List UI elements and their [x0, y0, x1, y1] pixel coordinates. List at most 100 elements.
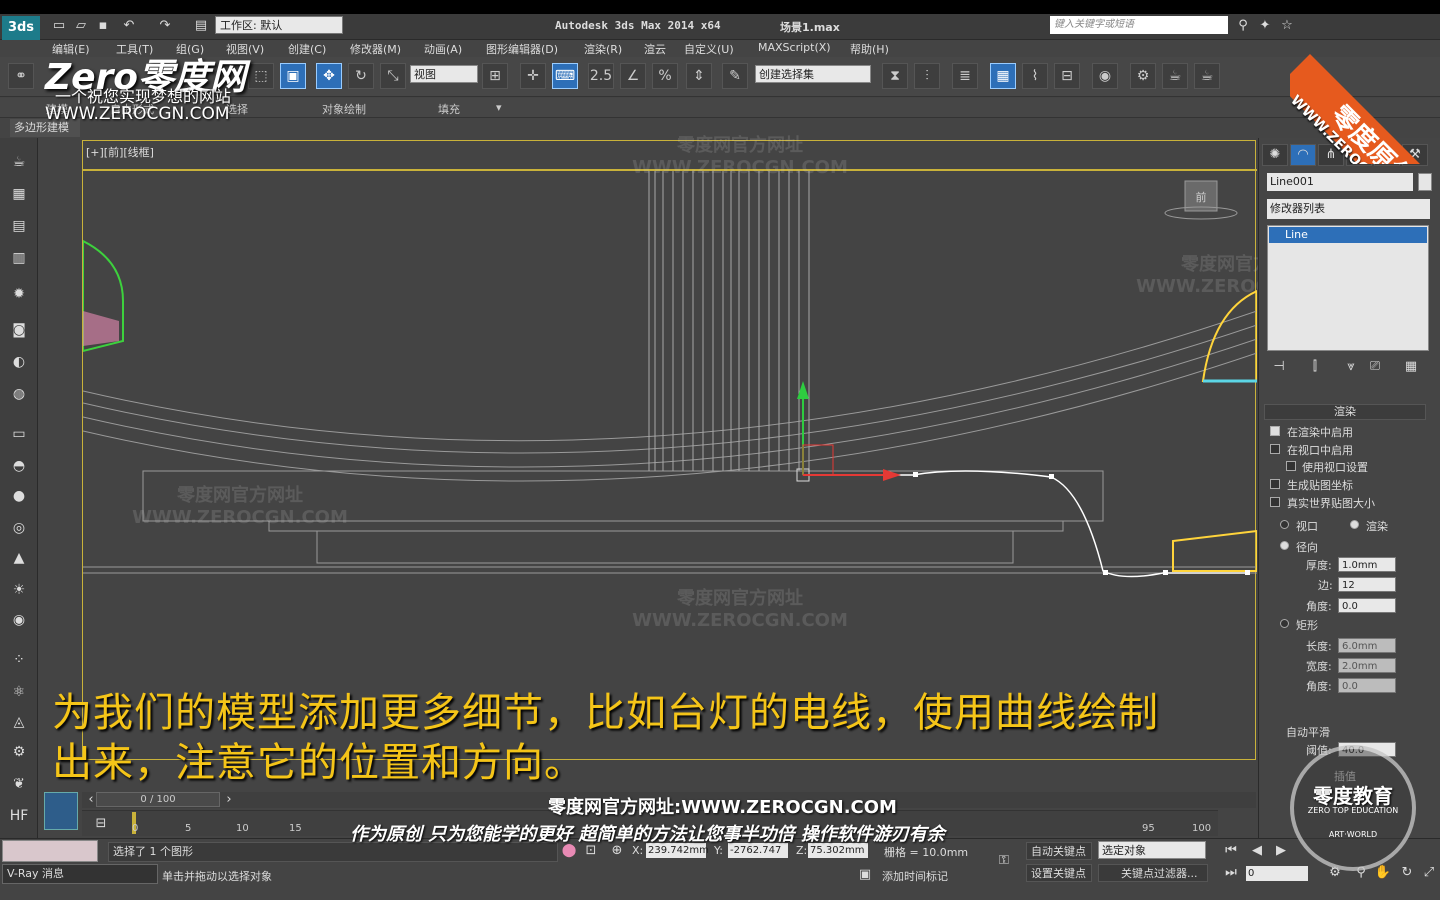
mini-listener-icon[interactable]: [44, 792, 78, 830]
light-bulb-icon[interactable]: ✹: [6, 282, 32, 306]
enable-in-viewport-checkbox[interactable]: [1270, 444, 1280, 454]
reference-coord-select[interactable]: 视图: [410, 65, 478, 83]
prev-frame-icon[interactable]: ‹: [82, 792, 100, 807]
sun-icon[interactable]: ☀: [6, 578, 32, 602]
particles-icon[interactable]: ⁘: [6, 648, 32, 672]
scale-tool-icon[interactable]: ⤡: [380, 63, 406, 89]
track-bar-toggle-icon[interactable]: ⊟: [92, 815, 110, 833]
object-color-swatch[interactable]: [1418, 173, 1432, 191]
align-icon[interactable]: ⫶: [914, 63, 940, 89]
sound-icon[interactable]: ◐: [6, 350, 32, 374]
molecule-icon[interactable]: ⚛: [6, 680, 32, 704]
sphere-icon[interactable]: ●: [6, 484, 32, 508]
disc-icon[interactable]: ◉: [6, 608, 32, 632]
save-icon[interactable]: ▪: [94, 17, 112, 35]
object-name-input[interactable]: Line001: [1267, 173, 1413, 191]
radial-radio[interactable]: [1280, 541, 1289, 550]
hemisphere-icon[interactable]: ◓: [6, 454, 32, 478]
ribbon-options-icon[interactable]: ▾: [496, 101, 502, 114]
menu-rendering[interactable]: 渲染(R): [584, 41, 622, 57]
menu-modifiers[interactable]: 修改器(M): [350, 41, 401, 57]
angle-spinner[interactable]: 0.0: [1338, 598, 1396, 613]
link-icon[interactable]: ⚭: [8, 63, 34, 89]
pin-stack-icon[interactable]: ⊣: [1270, 358, 1288, 376]
plane-icon[interactable]: ▭: [6, 422, 32, 446]
menu-create[interactable]: 创建(C): [288, 41, 326, 57]
menu-help[interactable]: 帮助(H): [850, 41, 889, 57]
menu-graph-editors[interactable]: 图形编辑器(D): [486, 41, 558, 57]
stack-item-line[interactable]: Line: [1269, 227, 1427, 243]
menu-customize[interactable]: 自定义(U): [684, 41, 734, 57]
auto-key-button[interactable]: 自动关键点: [1026, 842, 1092, 860]
key-mode-icon[interactable]: ⏭: [1222, 864, 1240, 882]
play-icon[interactable]: ▶: [1272, 842, 1290, 860]
goto-start-icon[interactable]: ⏮: [1222, 842, 1240, 860]
binoculars-icon[interactable]: ⚲: [1234, 17, 1252, 35]
selected-objects-select[interactable]: 选定对象: [1098, 841, 1206, 859]
new-file-icon[interactable]: ▭: [50, 17, 68, 35]
scene-explorer-icon[interactable]: ▦: [990, 63, 1016, 89]
app-logo-icon[interactable]: 3ds: [2, 16, 40, 40]
vray-messages-button[interactable]: V-Ray 消息: [2, 864, 158, 884]
maxscript-listener[interactable]: [2, 840, 98, 862]
move-tool-icon[interactable]: ✥: [316, 63, 342, 89]
plant-icon[interactable]: ❦: [6, 772, 32, 796]
pivot-center-icon[interactable]: ⊞: [482, 63, 508, 89]
gear-icon[interactable]: ⚙: [6, 740, 32, 764]
undo-icon[interactable]: ↶: [120, 17, 138, 35]
tools-icon[interactable]: ✦: [1256, 17, 1274, 35]
material-editor-icon[interactable]: ◉: [1092, 63, 1118, 89]
redo-icon[interactable]: ↷: [156, 17, 174, 35]
key-icon[interactable]: ⚿: [992, 852, 1016, 870]
menu-maxscript[interactable]: MAXScript(X): [758, 41, 831, 54]
film-camera-icon[interactable]: ◍: [6, 382, 32, 406]
edit-named-sel-icon[interactable]: ✎: [722, 63, 748, 89]
width-spinner[interactable]: 2.0mm: [1338, 658, 1396, 673]
named-selection-select[interactable]: 创建选择集: [755, 65, 871, 83]
mirror-icon[interactable]: ⧗: [882, 63, 908, 89]
rotate-tool-icon[interactable]: ↻: [348, 63, 374, 89]
next-frame-icon[interactable]: ›: [220, 792, 238, 807]
menu-render-cloud[interactable]: 渲云: [644, 41, 666, 57]
hair-icon[interactable]: HF: [6, 804, 32, 828]
snap-toggle-icon[interactable]: 2.5: [588, 63, 614, 89]
make-unique-icon[interactable]: ⩔: [1342, 358, 1360, 376]
thickness-spinner[interactable]: 1.0mm: [1338, 557, 1396, 572]
pyramid-icon[interactable]: ◬: [6, 710, 32, 734]
add-time-tag[interactable]: 添加时间标记: [882, 868, 948, 884]
viewport-radio[interactable]: [1280, 520, 1289, 529]
material-icon[interactable]: ▦: [6, 182, 32, 206]
schematic-view-icon[interactable]: ⊟: [1054, 63, 1080, 89]
spinner-snap-icon[interactable]: ⇕: [686, 63, 712, 89]
ribbon-tab-populate[interactable]: 填充: [438, 101, 460, 117]
viewport-label[interactable]: [+][前][线框]: [86, 144, 154, 160]
ribbon-tab-object-paint[interactable]: 对象绘制: [322, 101, 366, 117]
region-select-icon[interactable]: ⬚: [248, 63, 274, 89]
pan-icon[interactable]: ✋: [1374, 864, 1392, 882]
angle-snap-icon[interactable]: ∠: [620, 63, 646, 89]
remove-modifier-icon[interactable]: ⎚: [1366, 358, 1384, 376]
generate-mapping-checkbox[interactable]: [1270, 479, 1280, 489]
geosphere-icon[interactable]: ◎: [6, 516, 32, 540]
table-icon[interactable]: ▥: [6, 246, 32, 270]
window-crossing-icon[interactable]: ▣: [280, 63, 306, 89]
real-world-map-checkbox[interactable]: [1270, 497, 1280, 507]
render-setup-icon[interactable]: ⚙: [1130, 63, 1156, 89]
manipulate-icon[interactable]: ✛: [520, 63, 546, 89]
layer-manager-icon[interactable]: ≣: [952, 63, 978, 89]
curve-editor-icon[interactable]: ⌇: [1022, 63, 1048, 89]
modifier-list-select[interactable]: 修改器列表: [1267, 199, 1430, 219]
percent-snap-icon[interactable]: %: [652, 63, 678, 89]
teapot-icon[interactable]: ☕: [6, 150, 32, 174]
current-frame-input[interactable]: 0: [1246, 866, 1308, 881]
time-slider[interactable]: 0 / 100: [96, 792, 220, 807]
viewport-front[interactable]: 前: [82, 140, 1257, 760]
prev-key-icon[interactable]: ◀: [1248, 842, 1266, 860]
open-file-icon[interactable]: ▱: [72, 17, 90, 35]
use-viewport-settings-checkbox[interactable]: [1286, 461, 1296, 471]
orbit-icon[interactable]: ↻: [1398, 864, 1416, 882]
rectangular-radio[interactable]: [1280, 619, 1289, 628]
set-key-button[interactable]: 设置关键点: [1026, 864, 1092, 882]
document-icon[interactable]: ▤: [6, 214, 32, 238]
show-end-result-icon[interactable]: ⫿: [1306, 358, 1324, 376]
